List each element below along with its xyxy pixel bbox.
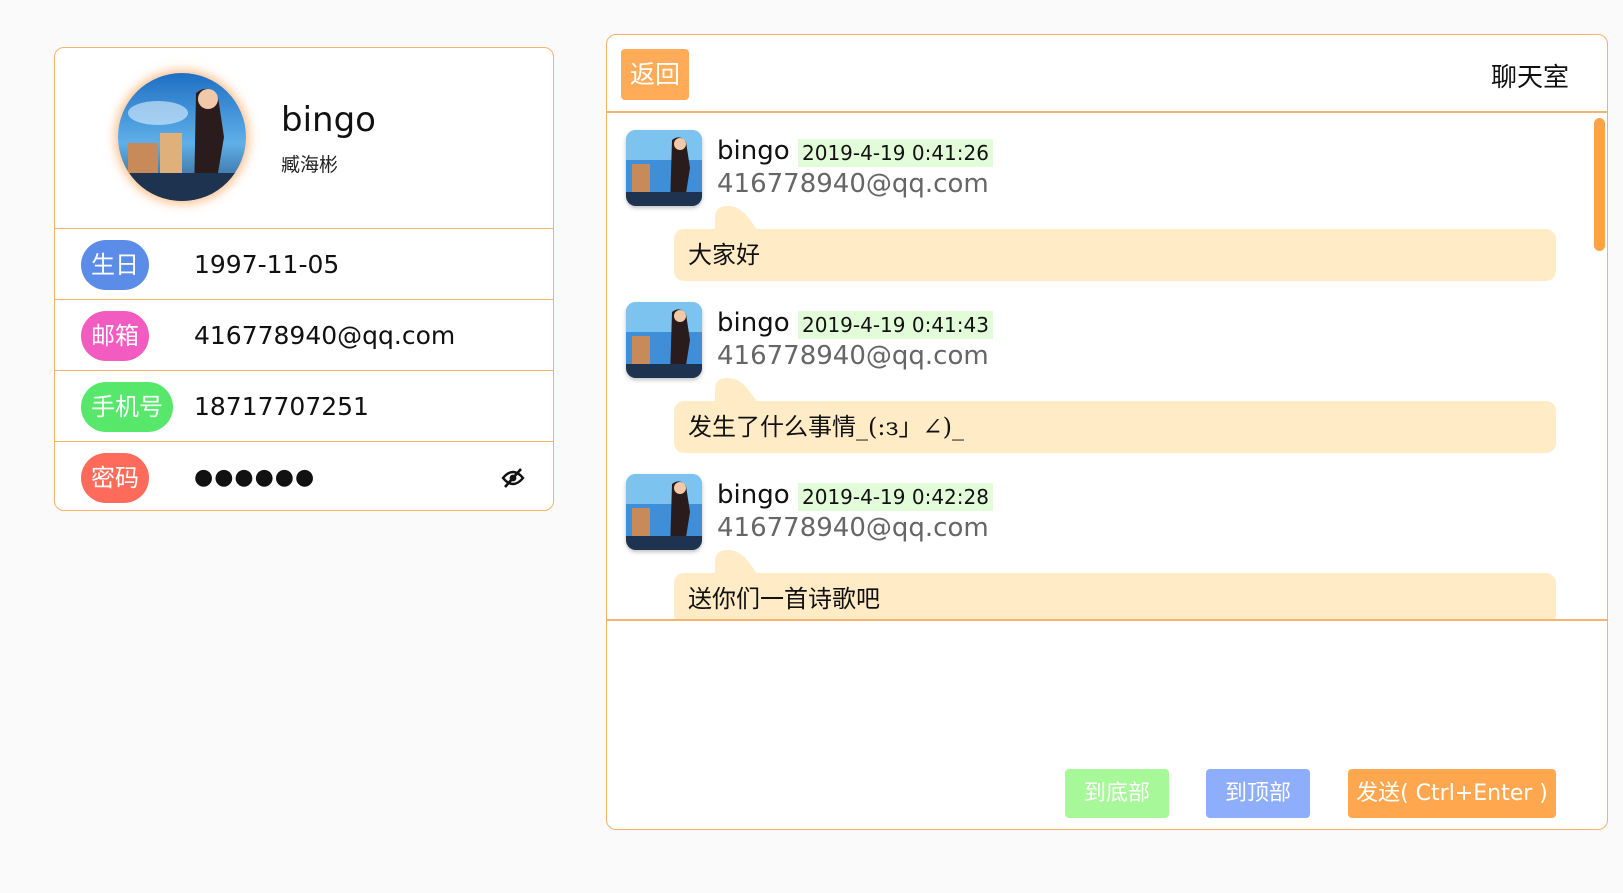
profile-real-name: 臧海彬: [281, 154, 339, 176]
message-username: bingo: [717, 308, 790, 338]
message-bubble: 大家好: [674, 229, 1556, 281]
phone-label: 手机号: [81, 382, 173, 432]
message-avatar: [626, 130, 702, 206]
avatar: [118, 73, 246, 201]
message-avatar: [626, 474, 702, 550]
scroll-to-top-button[interactable]: 到顶部: [1206, 769, 1310, 818]
message-item: bingo 2019-4-19 0:42:28 416778940@qq.com…: [607, 458, 1567, 619]
message-bubble: 发生了什么事情_(:з」∠)_: [674, 401, 1556, 453]
message-list[interactable]: bingo 2019-4-19 0:41:26 416778940@qq.com…: [607, 114, 1607, 619]
back-button[interactable]: 返回: [621, 49, 689, 100]
message-item: bingo 2019-4-19 0:41:43 416778940@qq.com…: [607, 286, 1567, 465]
info-row-birthday: 生日 1997-11-05: [55, 229, 553, 300]
email-value: 416778940@qq.com: [194, 321, 456, 350]
message-email: 416778940@qq.com: [717, 341, 989, 371]
send-button[interactable]: 发送( Ctrl+Enter ): [1348, 769, 1556, 818]
message-username: bingo: [717, 136, 790, 166]
message-timestamp: 2019-4-19 0:41:43: [798, 311, 993, 339]
message-avatar: [626, 302, 702, 378]
message-email: 416778940@qq.com: [717, 513, 989, 543]
password-label: 密码: [81, 453, 149, 503]
email-label: 邮箱: [81, 311, 149, 361]
message-timestamp: 2019-4-19 0:41:26: [798, 139, 993, 167]
info-row-phone: 手机号 18717707251: [55, 371, 553, 442]
birthday-value: 1997-11-05: [194, 250, 340, 279]
chat-header: 返回 聊天室: [607, 35, 1607, 113]
profile-header: bingo 臧海彬: [55, 48, 553, 229]
eye-off-icon[interactable]: [501, 466, 525, 490]
profile-card: bingo 臧海彬 生日 1997-11-05 邮箱 416778940@qq.…: [54, 47, 554, 511]
scrollbar-thumb[interactable]: [1594, 118, 1605, 251]
message-item: bingo 2019-4-19 0:41:26 416778940@qq.com…: [607, 114, 1567, 293]
scroll-to-bottom-button[interactable]: 到底部: [1065, 769, 1169, 818]
birthday-label: 生日: [81, 240, 149, 290]
chat-panel: 返回 聊天室 bingo 2019-4-19 0:41:26 416778940…: [606, 34, 1608, 830]
info-row-password: 密码 ●●●●●●: [55, 442, 553, 510]
phone-value: 18717707251: [194, 392, 369, 421]
profile-username: bingo: [281, 100, 376, 140]
message-composer[interactable]: 到底部 到顶部 发送( Ctrl+Enter ): [607, 619, 1607, 829]
info-row-email: 邮箱 416778940@qq.com: [55, 300, 553, 371]
chat-title: 聊天室: [1490, 63, 1569, 93]
message-username: bingo: [717, 480, 790, 510]
message-bubble: 送你们一首诗歌吧: [674, 573, 1556, 619]
message-email: 416778940@qq.com: [717, 169, 989, 199]
password-value: ●●●●●●: [194, 465, 316, 490]
message-timestamp: 2019-4-19 0:42:28: [798, 483, 993, 511]
